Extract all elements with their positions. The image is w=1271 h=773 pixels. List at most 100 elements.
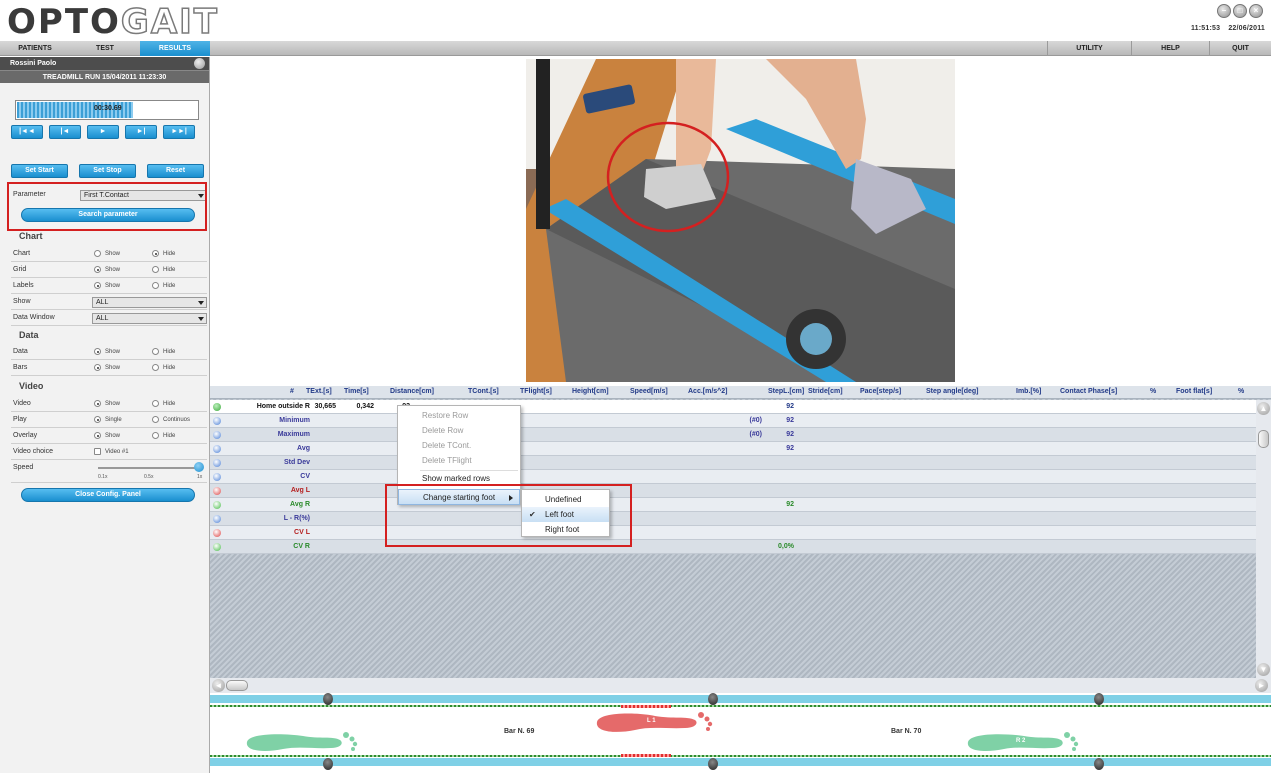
minimize-icon[interactable]: – [1217,4,1231,18]
data-section-title: Data [19,330,39,340]
bar-marker-top[interactable] [708,693,718,705]
play-single-radio[interactable]: Single [94,416,122,423]
table-cell: 92 [786,445,794,452]
bars-show-radio[interactable]: Show [94,364,120,371]
video-option-row: Video Show Hide [11,397,207,412]
column-header[interactable]: Imb.[%] [1016,388,1041,395]
labels-show-radio[interactable]: Show [94,282,120,289]
horizontal-scrollbar[interactable]: ◄ ► [210,678,1271,693]
table-row[interactable]: L - R(%) [210,512,1256,526]
first-frame-button[interactable]: |◄◄ [11,125,43,139]
close-config-panel-button[interactable]: Close Config. Panel [21,488,195,502]
overlay-hide-radio[interactable]: Hide [152,432,175,439]
labels-hide-radio[interactable]: Hide [152,282,175,289]
play-continuos-radio[interactable]: Continuos [152,416,190,423]
data-hide-radio[interactable]: Hide [152,348,175,355]
column-header[interactable]: Stride[cm] [808,388,843,395]
speed-slider-track[interactable] [98,467,202,469]
scroll-thumb[interactable] [1258,430,1269,448]
menu-delete-tcont[interactable]: Delete TCont. [398,438,520,454]
table-row[interactable]: CV L [210,526,1256,540]
scroll-down-icon[interactable]: ▼ [1257,663,1270,676]
column-header[interactable]: Time[s] [344,388,369,395]
chart-hide-radio[interactable]: Hide [152,250,175,257]
row-name: CV R [293,543,310,550]
column-header[interactable]: Distance[cm] [390,388,434,395]
play-button[interactable]: ► [87,125,119,139]
menu-delete-tflight[interactable]: Delete TFlight [398,453,520,469]
right-foot-step-label: R 2 [1016,738,1026,744]
column-header[interactable]: Pace[step/s] [860,388,901,395]
menu-utility[interactable]: UTILITY [1047,41,1131,56]
next-frame-button[interactable]: ►| [125,125,157,139]
prev-frame-button[interactable]: |◄ [49,125,81,139]
column-header[interactable]: % [1150,388,1156,395]
table-row[interactable]: Std Dev [210,456,1256,470]
column-header[interactable]: Height[cm] [572,388,609,395]
patient-options-icon[interactable] [194,58,205,69]
data-window-select[interactable]: ALL [92,313,207,324]
scroll-right-icon[interactable]: ► [1255,679,1268,692]
show-select[interactable]: ALL [92,297,207,308]
table-row[interactable]: Minimum (#0) 92 [210,414,1256,428]
bar-marker-bottom[interactable] [708,758,718,770]
row-status-icon [213,445,221,453]
table-row[interactable]: CV [210,470,1256,484]
column-header[interactable]: Foot flat[s] [1176,388,1212,395]
table-row[interactable]: Home outside R30,6650,3429292 [210,400,1256,414]
column-header[interactable]: TCont.[s] [468,388,499,395]
menu-delete-row[interactable]: Delete Row [398,423,520,439]
scroll-up-icon[interactable]: ▲ [1257,402,1270,415]
footprint-timeline[interactable]: Bar N. 69 Bar N. 70 L 1 R 2 [210,693,1271,773]
column-header[interactable]: % [1238,388,1244,395]
grid-hide-radio[interactable]: Hide [152,266,175,273]
column-header[interactable]: Contact Phase[s] [1060,388,1117,395]
show-option-row: Show ALL [11,295,207,310]
row-status-icon [213,487,221,495]
bar-marker-bottom[interactable] [1094,758,1104,770]
video-hide-radio[interactable]: Hide [152,400,175,407]
menu-quit[interactable]: QUIT [1209,41,1271,56]
restore-icon[interactable]: □ [1233,4,1247,18]
treadmill-video[interactable] [526,59,955,382]
playback-progress[interactable]: 00:30.69 [15,100,199,120]
bars-hide-radio[interactable]: Hide [152,364,175,371]
video-show-radio[interactable]: Show [94,400,120,407]
menu-restore-row[interactable]: Restore Row [398,408,520,424]
reset-button[interactable]: Reset [147,164,204,178]
add-row-icon[interactable] [213,403,221,411]
close-icon[interactable]: × [1249,4,1263,18]
data-show-radio[interactable]: Show [94,348,120,355]
column-header[interactable]: Acc.[m/s^2] [688,388,728,395]
video-choice-checkbox[interactable]: Video #1 [94,448,129,455]
menu-help[interactable]: HELP [1131,41,1209,56]
column-header[interactable]: # [290,388,294,395]
bar-marker-top[interactable] [1094,693,1104,705]
table-row[interactable]: Maximum (#0) 92 [210,428,1256,442]
table-row[interactable]: Avg L [210,484,1256,498]
bar-marker-top[interactable] [323,693,333,705]
bar-marker-bottom[interactable] [323,758,333,770]
table-row[interactable]: CV R 0,0% [210,540,1256,554]
optogait-logo: OPTOGAIT [7,2,219,42]
scroll-left-icon[interactable]: ◄ [212,679,225,692]
tab-test[interactable]: TEST [70,41,140,56]
grid-show-radio[interactable]: Show [94,266,120,273]
column-header[interactable]: StepL.[cm] [768,388,804,395]
table-row[interactable]: Avg 92 [210,442,1256,456]
last-frame-button[interactable]: ►►| [163,125,195,139]
table-row[interactable]: Avg R 92 [210,498,1256,512]
set-stop-button[interactable]: Set Stop [79,164,136,178]
hscroll-thumb[interactable] [226,680,248,691]
column-header[interactable]: TFlight[s] [520,388,552,395]
speed-slider-handle[interactable] [194,462,204,472]
overlay-show-radio[interactable]: Show [94,432,120,439]
tab-patients[interactable]: PATIENTS [0,41,70,56]
column-header[interactable]: TExt.[s] [306,388,332,395]
vertical-scrollbar[interactable]: ▲ ▼ [1256,400,1271,678]
chart-show-radio[interactable]: Show [94,250,120,257]
tab-results[interactable]: RESULTS [140,41,210,56]
column-header[interactable]: Step angle[deg] [926,388,979,395]
column-header[interactable]: Speed[m/s] [630,388,668,395]
set-start-button[interactable]: Set Start [11,164,68,178]
